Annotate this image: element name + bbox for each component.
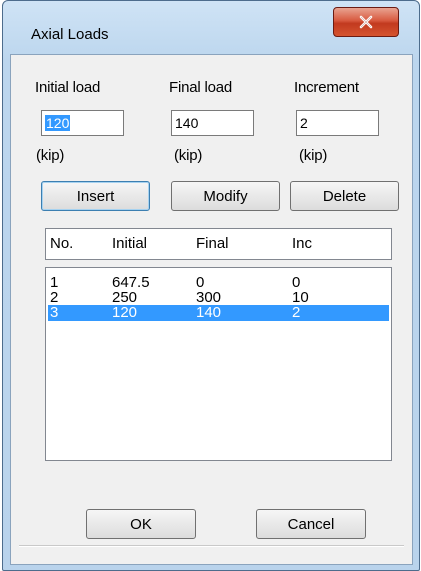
final-load-label: Final load: [169, 79, 233, 96]
header-initial: Initial: [112, 235, 148, 252]
close-button[interactable]: [333, 7, 399, 37]
window-title: Axial Loads: [31, 26, 109, 43]
final-load-unit: (kip): [174, 147, 203, 164]
header-inc: Inc: [292, 235, 313, 252]
axial-loads-dialog: Axial Loads Initial load Final load Incr…: [2, 0, 420, 571]
row-no: 3: [50, 304, 59, 321]
initial-load-input[interactable]: 120: [41, 110, 124, 136]
row-inc: 2: [292, 304, 301, 321]
final-load-value: 140: [175, 115, 199, 131]
header-final: Final: [196, 235, 229, 252]
header-no: No.: [50, 235, 74, 252]
row-initial: 120: [112, 304, 138, 321]
row-final: 140: [196, 304, 222, 321]
increment-input[interactable]: 2: [296, 110, 379, 136]
delete-button[interactable]: Delete: [290, 181, 399, 211]
increment-value: 2: [300, 115, 308, 131]
modify-button[interactable]: Modify: [171, 181, 280, 211]
increment-label: Increment: [294, 79, 359, 96]
close-icon: [359, 15, 373, 29]
loads-list[interactable]: 1 647.5 0 0 2 250 300 10 3 120 140 2: [45, 267, 392, 461]
list-item-selected[interactable]: 3 120 140 2: [48, 304, 389, 321]
final-load-input[interactable]: 140: [171, 110, 254, 136]
cancel-button[interactable]: Cancel: [256, 509, 366, 539]
initial-load-value: 120: [45, 115, 71, 131]
table-header: No. Initial Final Inc: [45, 228, 392, 260]
ok-button[interactable]: OK: [86, 509, 196, 539]
initial-load-unit: (kip): [36, 147, 65, 164]
insert-button[interactable]: Insert: [41, 181, 150, 211]
separator: [19, 545, 404, 547]
initial-load-label: Initial load: [35, 79, 101, 96]
increment-unit: (kip): [299, 147, 328, 164]
